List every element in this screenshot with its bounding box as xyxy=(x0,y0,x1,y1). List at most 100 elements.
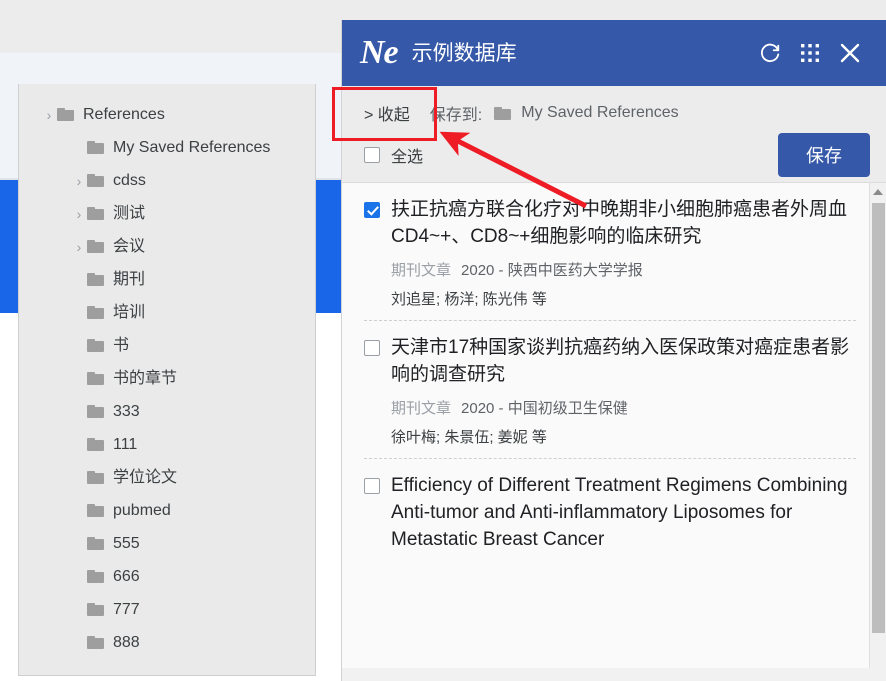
folder-icon xyxy=(87,537,104,550)
folder-tree-item-label: 培训 xyxy=(113,303,146,321)
folder-tree-item[interactable]: › cdss xyxy=(19,164,315,197)
folder-tree-item[interactable]: ›777 xyxy=(19,593,315,626)
folder-tree-item[interactable]: ›书 xyxy=(19,329,315,362)
results-panel: 扶正抗癌方联合化疗对中晚期非小细胞肺癌患者外周血CD4~+、CD8~+细胞影响的… xyxy=(342,182,886,668)
result-item-header: 天津市17种国家谈判抗癌药纳入医保政策对癌症患者影响的调查研究 xyxy=(364,335,856,389)
folder-icon xyxy=(57,108,74,121)
scroll-up-arrow-icon[interactable] xyxy=(870,183,886,200)
result-meta: 期刊文章 2020 - 中国初级卫生保健 xyxy=(391,398,856,419)
folder-tree-item[interactable]: ›书的章节 xyxy=(19,362,315,395)
result-item: Efficiency of Different Treatment Regime… xyxy=(364,459,856,564)
folder-tree-item[interactable]: ›My Saved References xyxy=(19,131,315,164)
toolbar-row-actions: 全选 保存 xyxy=(364,128,870,182)
chevron-right-icon[interactable]: › xyxy=(71,206,87,222)
popup-header: Ne 示例数据库 xyxy=(342,20,886,86)
noteexpress-capture-popup: Ne 示例数据库 > 收起 保存到: My Saved References 全… xyxy=(341,20,886,681)
folder-icon xyxy=(87,207,104,220)
result-authors: 徐叶梅; 朱景伍; 姜妮 等 xyxy=(391,428,547,446)
result-year-source: 2020 - 中国初级卫生保健 xyxy=(461,399,628,417)
folder-tree-item-label: 书 xyxy=(113,336,130,354)
folder-icon xyxy=(87,372,104,385)
save-to-folder-name: My Saved References xyxy=(521,104,679,121)
folder-tree-item[interactable]: ›666 xyxy=(19,560,315,593)
screen: ›References›My Saved References›cdss›测试›… xyxy=(0,0,886,681)
result-item: 天津市17种国家谈判抗癌药纳入医保政策对癌症患者影响的调查研究期刊文章 2020 … xyxy=(364,321,856,459)
result-year-source: 2020 - 陕西中医药大学学报 xyxy=(461,261,643,279)
folder-icon xyxy=(87,174,104,187)
result-type: 期刊文章 xyxy=(391,399,452,417)
folder-icon xyxy=(87,405,104,418)
select-all-label: 全选 xyxy=(391,149,424,166)
folder-icon xyxy=(87,570,104,583)
folder-tree-item[interactable]: ›培训 xyxy=(19,296,315,329)
result-item-header: Efficiency of Different Treatment Regime… xyxy=(364,473,856,554)
result-title[interactable]: 扶正抗癌方联合化疗对中晚期非小细胞肺癌患者外周血CD4~+、CD8~+细胞影响的… xyxy=(391,197,856,251)
folder-icon xyxy=(87,504,104,517)
folder-tree-item[interactable]: ›333 xyxy=(19,395,315,428)
result-checkbox[interactable] xyxy=(364,202,380,218)
folder-tree-item-label: pubmed xyxy=(113,501,171,519)
folder-icon xyxy=(87,438,104,451)
close-icon[interactable] xyxy=(830,33,870,73)
folder-icon xyxy=(87,306,104,319)
folder-tree-item[interactable]: ›学位论文 xyxy=(19,461,315,494)
result-type: 期刊文章 xyxy=(391,261,452,279)
save-to-folder-selector[interactable]: My Saved References xyxy=(494,104,679,122)
noteexpress-logo-icon: Ne xyxy=(360,34,399,71)
chevron-right-icon[interactable]: › xyxy=(71,173,87,189)
folder-tree-item-label: 书的章节 xyxy=(113,369,178,387)
folder-tree-item[interactable]: ›555 xyxy=(19,527,315,560)
results-scrollbar[interactable] xyxy=(869,183,886,668)
folder-tree-item-label: 学位论文 xyxy=(113,468,178,486)
select-all-control[interactable]: 全选 xyxy=(364,143,423,167)
refresh-icon[interactable] xyxy=(750,33,790,73)
folder-tree-item-label: 期刊 xyxy=(113,270,146,288)
folder-icon xyxy=(494,106,512,120)
folder-icon xyxy=(87,471,104,484)
folder-tree-item[interactable]: ›期刊 xyxy=(19,263,315,296)
result-title[interactable]: 天津市17种国家谈判抗癌药纳入医保政策对癌症患者影响的调查研究 xyxy=(391,335,856,389)
folder-tree-item-label: 会议 xyxy=(113,237,146,255)
folder-icon xyxy=(87,636,104,649)
result-checkbox[interactable] xyxy=(364,339,380,356)
save-to-label: 保存到: xyxy=(429,107,483,124)
folder-tree-item[interactable]: ›pubmed xyxy=(19,494,315,527)
folder-tree-item-label: cdss xyxy=(113,171,146,189)
result-checkbox[interactable] xyxy=(364,477,380,494)
folder-tree-item-label: References xyxy=(83,105,165,123)
result-authors: 刘追星; 杨洋; 陈光伟 等 xyxy=(391,290,547,308)
scrollbar-thumb[interactable] xyxy=(872,203,885,633)
folder-tree-item-label: 测试 xyxy=(113,204,146,222)
toolbar-row-save-to: > 收起 保存到: My Saved References xyxy=(364,98,870,128)
folder-tree-flyout: ›References›My Saved References›cdss›测试›… xyxy=(18,84,316,676)
chevron-right-icon[interactable]: › xyxy=(71,239,87,255)
select-all-checkbox[interactable] xyxy=(364,147,380,163)
apps-grid-icon[interactable] xyxy=(790,33,830,73)
folder-tree-item-label: 333 xyxy=(113,402,140,420)
folder-tree-item[interactable]: › 测试 xyxy=(19,197,315,230)
folder-tree-item[interactable]: ›111 xyxy=(19,428,315,461)
folder-tree-item[interactable]: ›888 xyxy=(19,626,315,659)
folder-tree-item[interactable]: › References xyxy=(19,98,315,131)
save-button[interactable]: 保存 xyxy=(778,133,870,177)
folder-icon xyxy=(87,141,104,154)
database-title: 示例数据库 xyxy=(411,41,517,65)
results-list: 扶正抗癌方联合化疗对中晚期非小细胞肺癌患者外周血CD4~+、CD8~+细胞影响的… xyxy=(342,183,886,564)
folder-tree-item-label: My Saved References xyxy=(113,138,271,156)
folder-tree-item[interactable]: › 会议 xyxy=(19,230,315,263)
folder-tree-item-label: 777 xyxy=(113,600,140,618)
result-title[interactable]: Efficiency of Different Treatment Regime… xyxy=(391,473,856,554)
folder-tree-item-label: 111 xyxy=(113,435,138,453)
chevron-right-icon[interactable]: › xyxy=(41,107,57,123)
folder-tree-item-label: 888 xyxy=(113,633,140,651)
folder-icon xyxy=(87,240,104,253)
result-item-header: 扶正抗癌方联合化疗对中晚期非小细胞肺癌患者外周血CD4~+、CD8~+细胞影响的… xyxy=(364,197,856,251)
popup-toolbar: > 收起 保存到: My Saved References 全选 保存 xyxy=(342,86,886,182)
folder-icon xyxy=(87,603,104,616)
folder-tree-item-label: 666 xyxy=(113,567,140,585)
folder-icon xyxy=(87,273,104,286)
folder-tree-item-label: 555 xyxy=(113,534,140,552)
folder-icon xyxy=(87,339,104,352)
collapse-link[interactable]: > 收起 xyxy=(364,101,410,125)
result-meta: 期刊文章 2020 - 陕西中医药大学学报 xyxy=(391,260,856,281)
